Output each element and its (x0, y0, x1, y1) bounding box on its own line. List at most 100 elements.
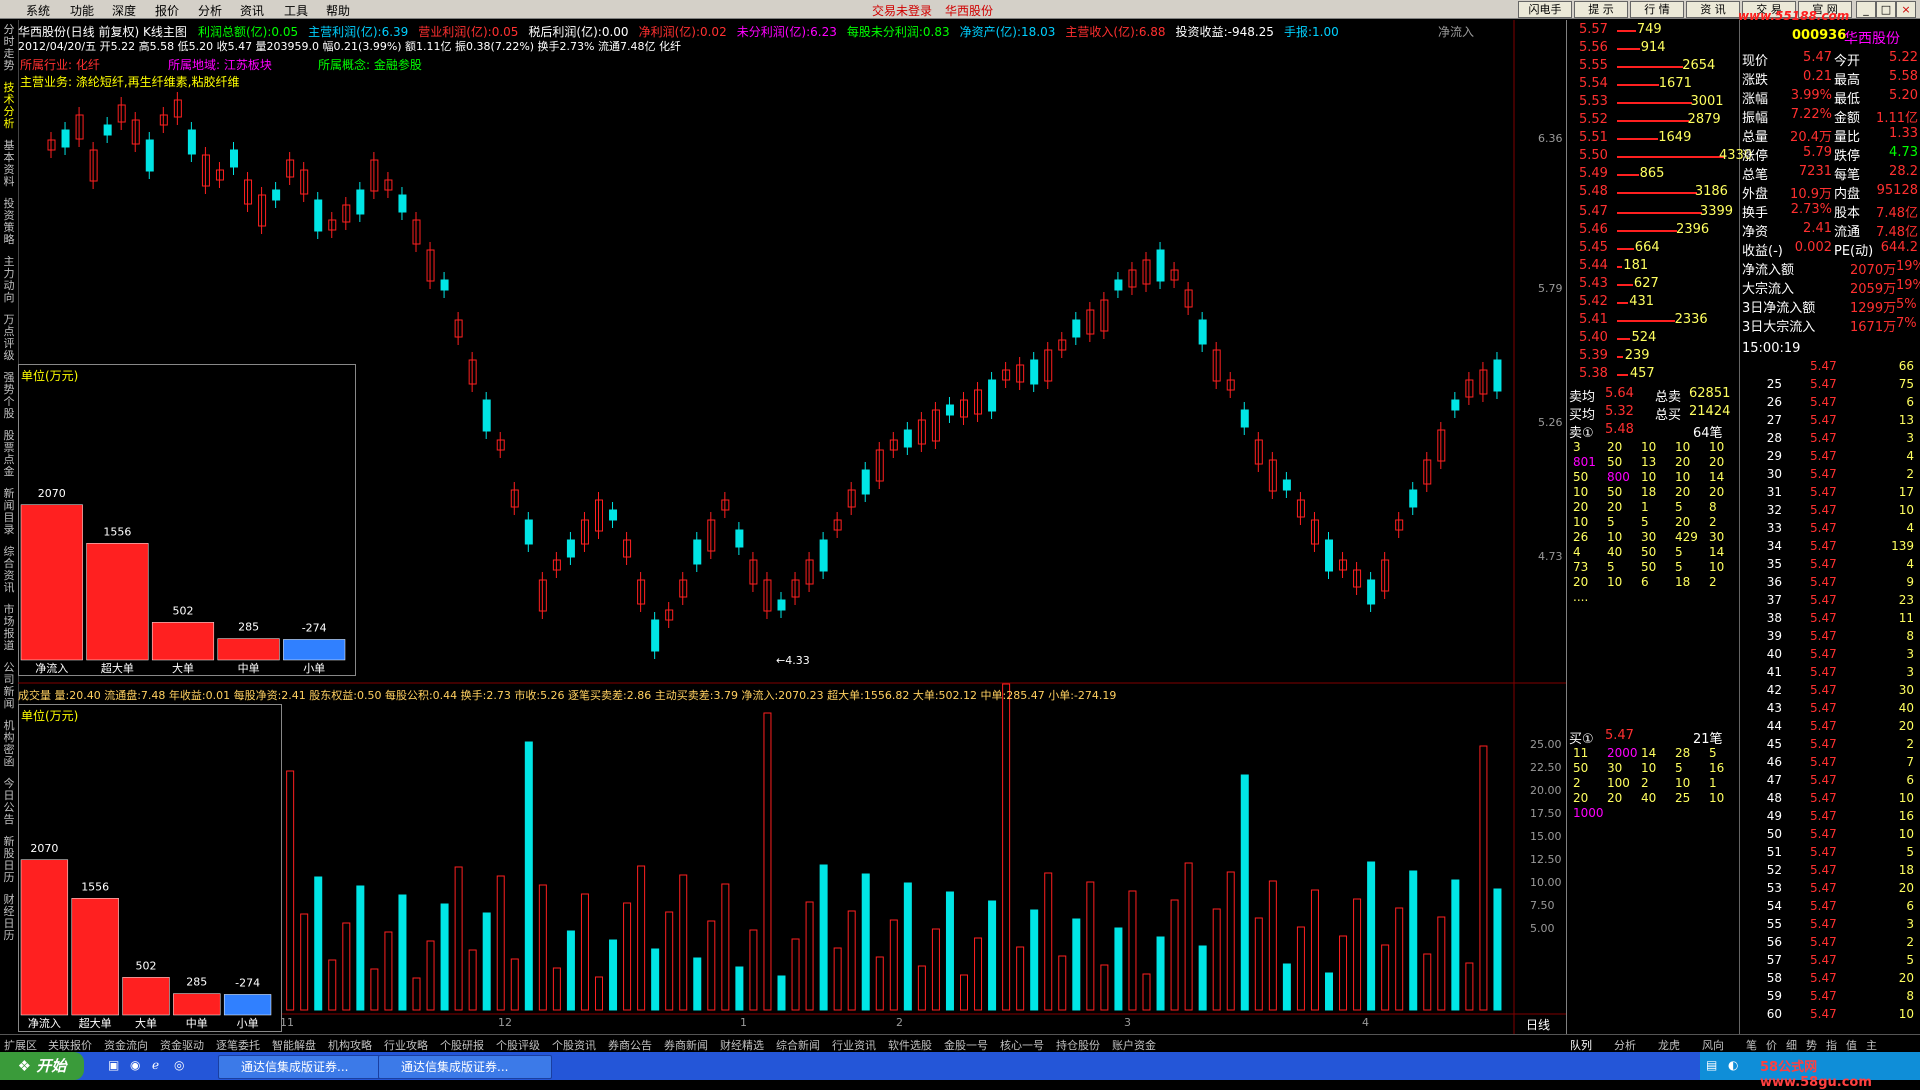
period-label[interactable]: 日线 (1526, 1016, 1550, 1033)
bottom-tab-7[interactable]: 行业攻略 (384, 1037, 428, 1053)
sell1-queue-cell: 4 (1573, 545, 1581, 559)
right-bottom-tab-0[interactable]: 队列 (1570, 1037, 1592, 1053)
tick-minute: 33 (1766, 521, 1782, 535)
sell-price: 5.56 (1579, 40, 1608, 55)
quicklaunch-icon[interactable]: ◉ (130, 1058, 140, 1072)
bottom-tab-8[interactable]: 个股研报 (440, 1037, 484, 1053)
trade-login-link[interactable]: 交易未登录 (872, 2, 932, 19)
bottom-tab-9[interactable]: 个股评级 (496, 1037, 540, 1053)
taskbar-window-2[interactable]: 通达信集成版证券... (378, 1055, 552, 1079)
right-bottom-tab-3[interactable]: 风向 (1702, 1037, 1724, 1053)
left-tab-2[interactable]: 基本资料 (1, 140, 17, 188)
tick-minute: 47 (1766, 773, 1782, 787)
tick-volume: 10 (1898, 1007, 1914, 1021)
bottom-tab-0[interactable]: 扩展区 (4, 1037, 37, 1053)
bottom-tab-20[interactable]: 账户资金 (1112, 1037, 1156, 1053)
market-button[interactable]: 行 情 (1630, 1, 1684, 18)
bottom-tab-16[interactable]: 软件选股 (888, 1037, 932, 1053)
sell-avg-label: 卖均 (1569, 390, 1596, 405)
news-button[interactable]: 资 讯 (1686, 1, 1740, 18)
left-tab-15[interactable]: 财经日历 (1, 894, 17, 942)
left-tab-4[interactable]: 主力动向 (1, 256, 17, 304)
quicklaunch-icon[interactable]: ▣ (108, 1058, 119, 1072)
tick-volume: 6 (1906, 395, 1914, 409)
menu-analysis[interactable]: 分析 (198, 2, 222, 19)
bottom-tab-4[interactable]: 逐笔委托 (216, 1037, 260, 1053)
start-button[interactable]: ❖ 开始 (0, 1052, 84, 1080)
quicklaunch-icon[interactable]: ◎ (174, 1058, 184, 1072)
bottom-tab-3[interactable]: 资金驱动 (160, 1037, 204, 1053)
left-tab-14[interactable]: 新股日历 (1, 836, 17, 884)
menu-quote[interactable]: 报价 (155, 2, 179, 19)
right-bottom-tab-8[interactable]: 指 (1826, 1037, 1837, 1053)
hint-button[interactable]: 提 示 (1574, 1, 1628, 18)
tray-icon[interactable]: ◐ (1728, 1058, 1738, 1072)
minimize-icon[interactable]: _ (1856, 1, 1876, 18)
left-tab-12[interactable]: 机构密函 (1, 720, 17, 768)
sell1-queue-cell: 18 (1675, 575, 1691, 589)
right-bottom-tab-7[interactable]: 势 (1806, 1037, 1817, 1053)
close-icon[interactable]: × (1896, 1, 1916, 18)
bottom-tab-1[interactable]: 关联报价 (48, 1037, 92, 1053)
tick-volume: 9 (1906, 575, 1914, 589)
left-tab-7[interactable]: 股票点金 (1, 430, 17, 478)
tick-price: 5.47 (1810, 989, 1837, 1003)
buy1-queue-cell: 11 (1573, 746, 1589, 760)
bottom-tab-6[interactable]: 机构攻略 (328, 1037, 372, 1053)
flow-row-pct: 5% (1896, 297, 1917, 312)
sell1-queue-cell: 20 (1675, 455, 1691, 469)
sell1-queue-cell: 20 (1675, 515, 1691, 529)
kline-chart-area[interactable]: 华西股份(日线 前复权) K线主图 利润总额(亿):0.05 主营利润(亿):6.… (18, 20, 1566, 1034)
left-tab-9[interactable]: 综合资讯 (1, 546, 17, 594)
bottom-tab-10[interactable]: 个股资讯 (552, 1037, 596, 1053)
left-tab-10[interactable]: 市场报道 (1, 604, 17, 652)
tray-icon[interactable]: ▤ (1706, 1058, 1717, 1072)
sell1-queue-cell: 30 (1641, 530, 1657, 544)
maximize-icon[interactable]: □ (1876, 1, 1896, 18)
taskbar-window-1[interactable]: 通达信集成版证券... (218, 1055, 392, 1079)
left-tab-11[interactable]: 公司新闻 (1, 662, 17, 710)
bottom-tab-14[interactable]: 综合新闻 (776, 1037, 820, 1053)
sell1-queue-cell: 50 (1641, 560, 1657, 574)
menu-function[interactable]: 功能 (70, 2, 94, 19)
left-tab-13[interactable]: 今日公告 (1, 778, 17, 826)
right-bottom-tab-4[interactable]: 笔 (1746, 1037, 1757, 1053)
right-bottom-tab-6[interactable]: 细 (1786, 1037, 1797, 1053)
sell1-queue-cell: 5 (1607, 515, 1615, 529)
right-bottom-tab-2[interactable]: 龙虎 (1658, 1037, 1680, 1053)
bottom-tab-18[interactable]: 核心一号 (1000, 1037, 1044, 1053)
menu-system[interactable]: 系统 (26, 2, 50, 19)
bottom-tab-12[interactable]: 券商新闻 (664, 1037, 708, 1053)
bottom-tab-17[interactable]: 金股一号 (944, 1037, 988, 1053)
bottom-tab-19[interactable]: 持仓股份 (1056, 1037, 1100, 1053)
right-bottom-tab-1[interactable]: 分析 (1614, 1037, 1636, 1053)
left-tab-5[interactable]: 万点评级 (1, 314, 17, 362)
right-bottom-tab-10[interactable]: 主 (1866, 1037, 1877, 1053)
menu-help[interactable]: 帮助 (326, 2, 350, 19)
left-tab-1[interactable]: 技术分析 (1, 82, 17, 130)
left-tab-6[interactable]: 强势个股 (1, 372, 17, 420)
right-bottom-tab-9[interactable]: 值 (1846, 1037, 1857, 1053)
quote-label: 换手 (1742, 206, 1769, 221)
bottom-tab-13[interactable]: 财经精选 (720, 1037, 764, 1053)
buy-price: 5.46 (1579, 222, 1608, 237)
left-tab-3[interactable]: 投资策略 (1, 198, 17, 246)
right-bottom-tab-5[interactable]: 价 (1766, 1037, 1777, 1053)
bottom-tab-11[interactable]: 券商公告 (608, 1037, 652, 1053)
buy-volume: 664 (1634, 240, 1660, 255)
buy1-queue-cell: 20 (1607, 791, 1623, 805)
buy1-queue-cell: 10 (1709, 791, 1725, 805)
menu-info[interactable]: 资讯 (240, 2, 264, 19)
bottom-tab-15[interactable]: 行业资讯 (832, 1037, 876, 1053)
bottom-tab-2[interactable]: 资金流向 (104, 1037, 148, 1053)
browser-icon[interactable]: ℯ (152, 1058, 159, 1072)
menu-depth[interactable]: 深度 (112, 2, 136, 19)
left-tab-0[interactable]: 分时走势 (1, 24, 17, 72)
buy-volume-bar (1617, 230, 1677, 232)
bottom-tab-5[interactable]: 智能解盘 (272, 1037, 316, 1053)
sell1-queue-cell: 10 (1675, 470, 1691, 484)
stock-name-link[interactable]: 华西股份 (945, 2, 993, 19)
lightning-button[interactable]: 闪电手 (1518, 1, 1572, 18)
menu-tools[interactable]: 工具 (284, 2, 308, 19)
left-tab-8[interactable]: 新闻目录 (1, 488, 17, 536)
